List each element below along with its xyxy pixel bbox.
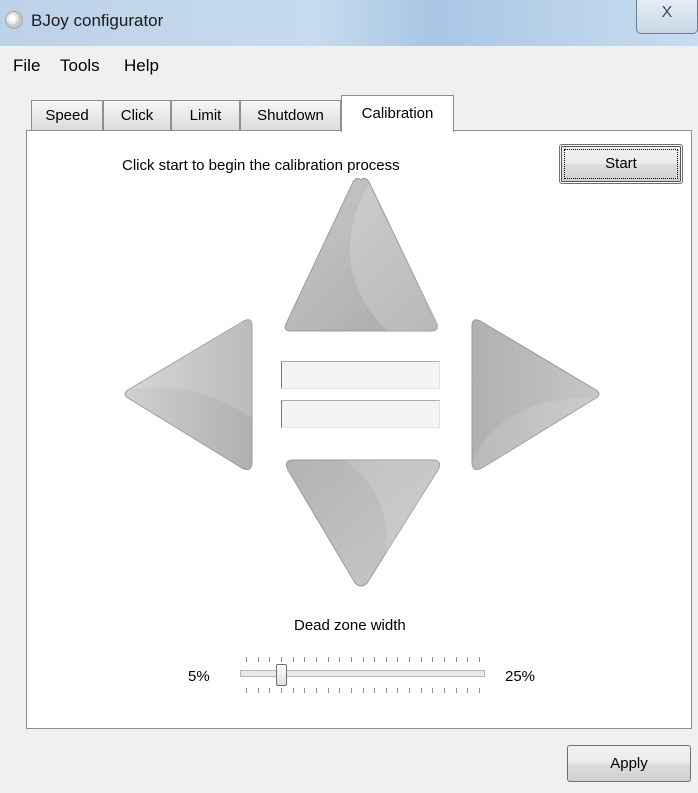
slider-max-label: 25% [505,668,536,685]
slider-tick [385,657,387,662]
slider-tick [409,688,411,693]
slider-tick [257,657,259,662]
slider-tick [420,657,422,662]
slider-tick [467,688,469,693]
slider-ticks-top [240,657,485,662]
slider-tick [374,688,376,693]
slider-ticks-bottom [240,688,485,693]
slider-tick [246,688,247,693]
slider-tick [257,688,259,693]
calibration-field-2[interactable] [281,400,440,428]
slider-tick [444,688,446,693]
slider-tick [467,657,469,662]
apply-button[interactable]: Apply [567,745,691,782]
slider-min-label: 5% [188,668,210,685]
slider-tick [479,688,480,693]
slider-tick [479,657,480,662]
slider-tick [280,657,282,662]
tab-calibration[interactable]: Calibration [341,95,454,132]
slider-tick [339,657,341,662]
menu-file[interactable]: File [13,56,40,76]
start-button-label: Start [605,155,637,172]
dead-zone-label: Dead zone width [294,617,406,634]
menu-tools[interactable]: Tools [60,56,100,76]
close-button[interactable]: X [636,0,698,34]
title-bar: BJoy configurator X [0,0,698,46]
window-title: BJoy configurator [31,11,164,30]
slider-tick [362,688,364,693]
slider-tick [315,657,317,662]
menu-bar: File Tools Help [0,46,698,88]
slider-tick [292,688,294,693]
slider-tick [385,688,387,693]
slider-tick [350,657,352,662]
apply-button-label: Apply [610,755,648,772]
slider-tick [455,657,457,662]
slider-tick [315,688,317,693]
start-button[interactable]: Start [559,144,683,184]
slider-tick [280,688,282,693]
slider-tick [397,657,399,662]
slider-tick [420,688,422,693]
slider-tick [339,688,341,693]
calibration-instruction: Click start to begin the calibration pro… [122,157,400,174]
dead-zone-slider[interactable] [240,655,485,695]
tab-speed[interactable]: Speed [31,100,103,130]
slider-tick [397,688,399,693]
arrow-up-icon [284,177,438,332]
slider-tick [327,688,329,693]
slider-tick [362,657,364,662]
tab-shutdown[interactable]: Shutdown [240,100,341,130]
slider-tick [350,688,352,693]
menu-help[interactable]: Help [124,56,159,76]
slider-tick [432,657,434,662]
slider-tick [269,688,271,693]
app-icon [5,11,23,29]
slider-tick [304,688,306,693]
slider-tick [327,657,329,662]
slider-tick [455,688,457,693]
arrow-left-icon [124,319,253,470]
slider-tick [269,657,271,662]
slider-thumb[interactable] [275,664,287,686]
slider-tick [246,657,247,662]
slider-tick [374,657,376,662]
calibration-field-1[interactable] [281,361,440,389]
slider-tick [304,657,306,662]
close-icon: X [661,4,673,21]
tab-limit[interactable]: Limit [171,100,240,130]
arrow-right-icon [471,319,600,470]
arrow-down-icon [286,459,440,587]
tab-click[interactable]: Click [103,100,171,130]
slider-tick [292,657,294,662]
slider-tick [444,657,446,662]
slider-tick [409,657,411,662]
slider-tick [432,688,434,693]
